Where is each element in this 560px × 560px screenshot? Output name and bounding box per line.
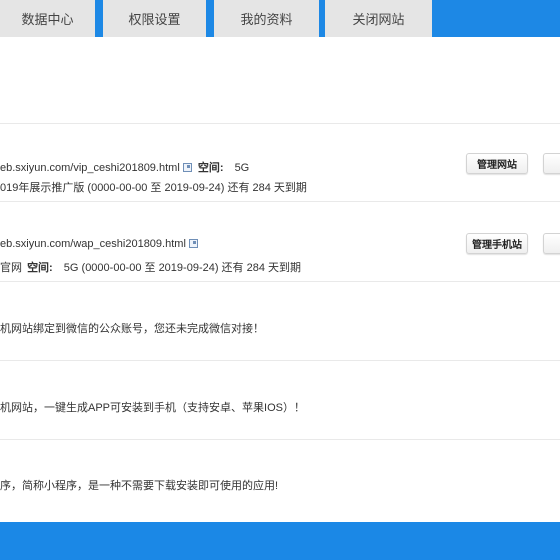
expiry-line: 官网 空间: 5G (0000-00-00 至 2019-09-24) 还有 2…: [0, 259, 301, 275]
site-type-label: 官网: [0, 262, 22, 274]
app-row: 机网站，一键生成APP可安装到手机（支持安卓、苹果IOS）！: [0, 360, 560, 439]
row-action-button-cut[interactable]: [543, 153, 560, 174]
tab-close-website[interactable]: 关闭网站: [325, 0, 432, 37]
tab-label: 我的资料: [240, 12, 293, 27]
space-expiry-text: 5G (0000-00-00 至 2019-09-24) 还有 284 天到期: [63, 262, 302, 274]
expiry-line: 019年展示推广版 (0000-00-00 至 2019-09-24) 还有 2…: [0, 182, 307, 194]
external-link-icon[interactable]: [188, 238, 198, 248]
app-notice-text: 机网站，一键生成APP可安装到手机（支持安卓、苹果IOS）！: [0, 402, 305, 414]
top-navigation: 数据中心 权限设置 我的资料 关闭网站: [0, 0, 560, 37]
tab-label: 关闭网站: [352, 12, 405, 27]
footer-bar: [0, 522, 560, 560]
wechat-notice-text: 机网站绑定到微信的公众账号，您还未完成微信对接！: [0, 323, 264, 335]
tab-permission-settings[interactable]: 权限设置: [103, 0, 206, 37]
mini-program-row: 序，简称小程序，是一种不需要下载安装即可使用的应用!: [0, 439, 560, 522]
external-link-icon[interactable]: [182, 162, 192, 172]
site-url-link[interactable]: eb.sxiyun.com/wap_ceshi201809.html: [0, 238, 186, 250]
space-value: 5G: [234, 162, 250, 174]
site-info-line: eb.sxiyun.com/wap_ceshi201809.html: [0, 238, 198, 250]
site-url-link[interactable]: eb.sxiyun.com/vip_ceshi201809.html: [0, 162, 180, 174]
site-info-line: eb.sxiyun.com/vip_ceshi201809.html 空间: 5…: [0, 159, 249, 175]
manage-website-button[interactable]: 管理网站: [466, 153, 528, 174]
site-row-mobile: eb.sxiyun.com/wap_ceshi201809.html 官网 空间…: [0, 201, 560, 281]
button-label: 管理网站: [477, 160, 517, 171]
button-label: 管理手机站: [472, 240, 522, 251]
tab-label: 权限设置: [128, 12, 181, 27]
wechat-row: 机网站绑定到微信的公众账号，您还未完成微信对接！: [0, 281, 560, 360]
site-row-pc: eb.sxiyun.com/vip_ceshi201809.html 空间: 5…: [0, 123, 560, 201]
row-action-button-cut[interactable]: [543, 233, 560, 254]
mini-program-notice-text: 序，简称小程序，是一种不需要下载安装即可使用的应用!: [0, 480, 279, 492]
space-label: 空间:: [197, 162, 224, 174]
manage-mobile-site-button[interactable]: 管理手机站: [466, 233, 528, 254]
tab-my-profile[interactable]: 我的资料: [214, 0, 319, 37]
main-content: eb.sxiyun.com/vip_ceshi201809.html 空间: 5…: [0, 37, 560, 522]
tab-data-center[interactable]: 数据中心: [0, 0, 95, 37]
tab-label: 数据中心: [21, 12, 74, 27]
space-label: 空间:: [27, 262, 53, 274]
